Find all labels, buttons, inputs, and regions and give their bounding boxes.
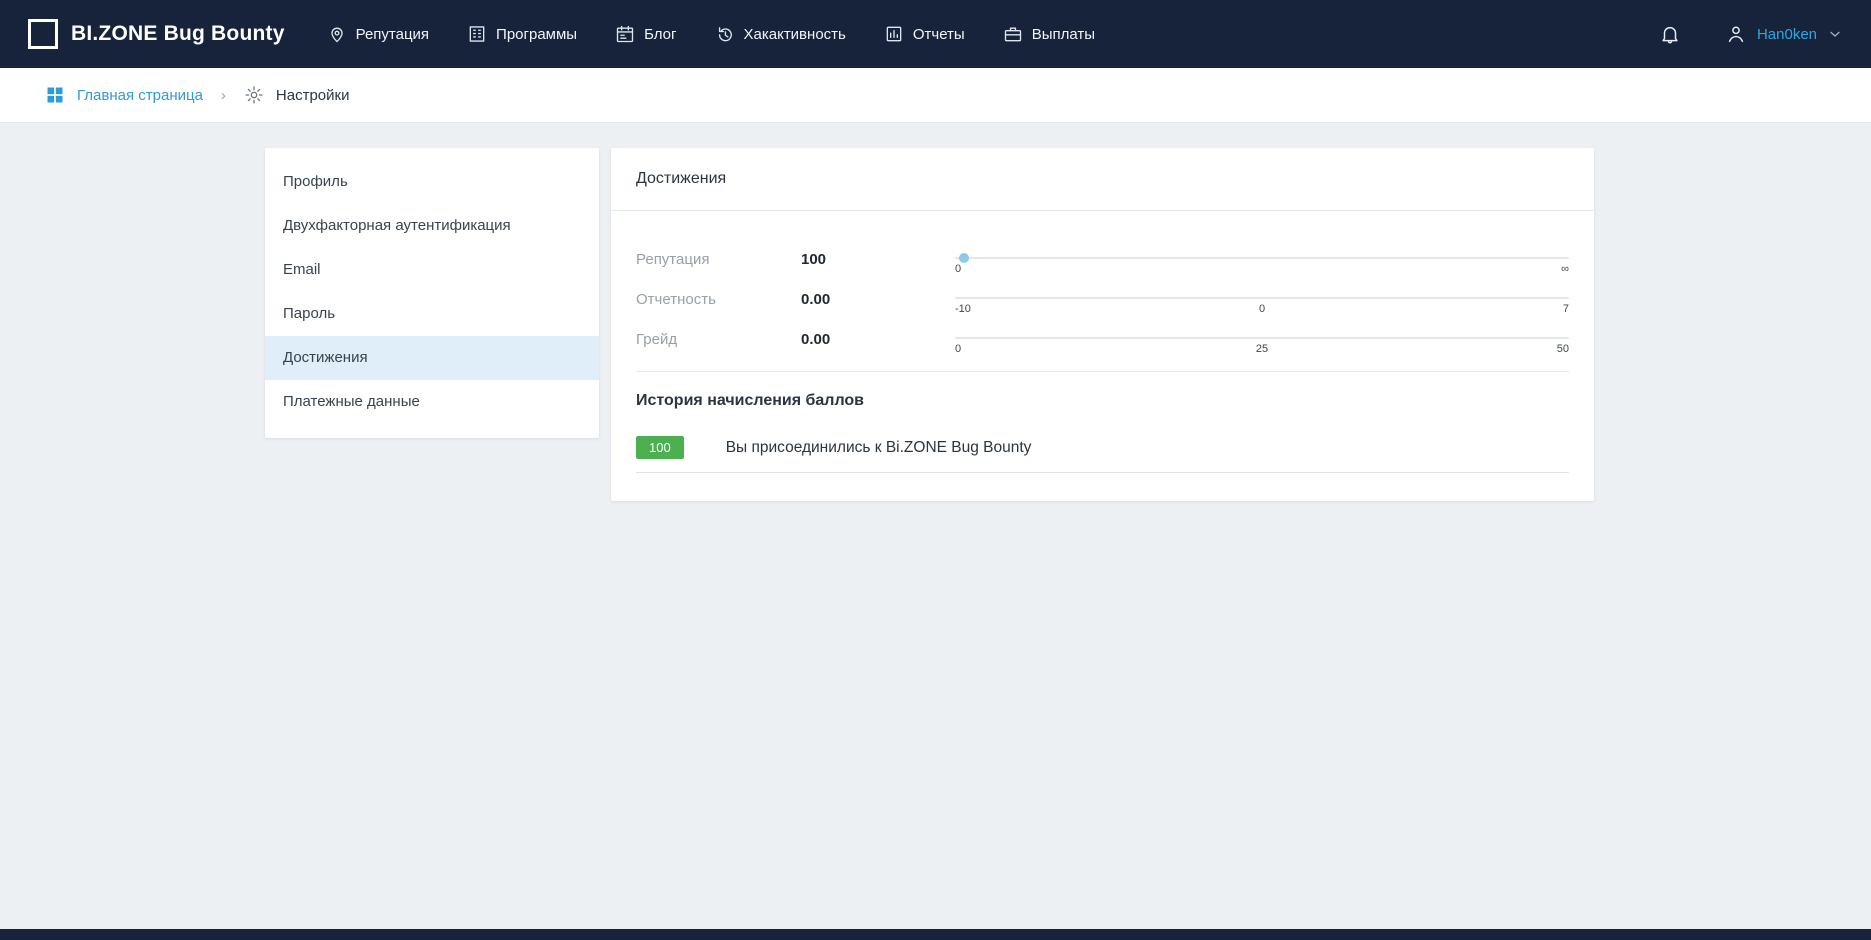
blog-calendar-icon xyxy=(615,24,635,44)
metric-label: Отчетность xyxy=(636,283,801,323)
notifications-bell-icon[interactable] xyxy=(1659,23,1681,45)
settings-page: Профиль Двухфакторная аутентификация Ema… xyxy=(0,123,1871,929)
sidebar-item-achievements[interactable]: Достижения xyxy=(265,336,599,380)
reporting-scale: -10 0 7 xyxy=(955,283,1569,323)
slider-track xyxy=(955,337,1569,339)
username: Han0ken xyxy=(1757,26,1817,43)
history-entry: 100 Вы присоединились к Bi.ZONE Bug Boun… xyxy=(636,436,1569,473)
metric-label: Репутация xyxy=(636,243,801,283)
scale-mid: 25 xyxy=(1256,343,1268,355)
nav-label: Отчеты xyxy=(913,26,965,43)
topnav-right: Han0ken xyxy=(1659,23,1843,45)
home-grid-icon xyxy=(45,85,65,105)
sidebar-item-password[interactable]: Пароль xyxy=(265,292,599,336)
nav-item-blog[interactable]: Блог xyxy=(615,24,676,44)
slider-scale-labels: -10 0 7 xyxy=(955,303,1569,319)
top-navigation: BI.ZONE Bug Bounty Репутация Программы Б… xyxy=(0,0,1871,68)
reputation-pin-icon xyxy=(327,24,347,44)
activity-history-icon xyxy=(715,24,735,44)
gear-icon xyxy=(244,85,264,105)
nav-label: Выплаты xyxy=(1032,26,1095,43)
metric-value: 100 xyxy=(801,243,955,283)
points-badge: 100 xyxy=(636,436,684,459)
achievements-card: Достижения Репутация 100 0 ∞ Отчетность xyxy=(611,148,1594,501)
main-nav: Репутация Программы Блог Хакактивность О… xyxy=(327,24,1095,44)
footer-strip xyxy=(0,929,1871,940)
nav-item-programs[interactable]: Программы xyxy=(467,24,577,44)
reputation-scale: 0 ∞ xyxy=(955,243,1569,283)
points-history-section: История начисления баллов 100 Вы присоед… xyxy=(636,371,1569,473)
metric-label: Грейд xyxy=(636,323,801,363)
points-history-title: История начисления баллов xyxy=(636,392,1569,410)
sidebar-item-profile[interactable]: Профиль xyxy=(265,160,599,204)
breadcrumb: Главная страница › Настройки xyxy=(0,68,1871,123)
sidebar-item-email[interactable]: Email xyxy=(265,248,599,292)
scale-min: -10 xyxy=(955,303,971,315)
scale-max: ∞ xyxy=(1561,263,1569,275)
grade-scale: 0 25 50 xyxy=(955,323,1569,363)
slider-scale-labels: 0 25 50 xyxy=(955,343,1569,359)
breadcrumb-separator: › xyxy=(217,87,230,104)
settings-sidebar: Профиль Двухфакторная аутентификация Ema… xyxy=(265,148,599,438)
user-icon xyxy=(1725,23,1747,45)
nav-label: Программы xyxy=(496,26,577,43)
card-title: Достижения xyxy=(611,148,1594,211)
sidebar-item-2fa[interactable]: Двухфакторная аутентификация xyxy=(265,204,599,248)
metric-row-reporting: Отчетность 0.00 -10 0 7 xyxy=(636,283,1569,323)
nav-label: Хакактивность xyxy=(744,26,846,43)
bizone-logo-icon xyxy=(28,19,58,49)
history-entry-text: Вы присоединились к Bi.ZONE Bug Bounty xyxy=(726,439,1032,457)
metrics-section: Репутация 100 0 ∞ Отчетность 0.00 xyxy=(611,211,1594,363)
sidebar-item-payment-details[interactable]: Платежные данные xyxy=(265,380,599,424)
slider-marker xyxy=(959,253,969,263)
metric-value: 0.00 xyxy=(801,283,955,323)
programs-building-icon xyxy=(467,24,487,44)
slider-scale-labels: 0 ∞ xyxy=(955,263,1569,279)
scale-min: 0 xyxy=(955,343,961,355)
slider-track xyxy=(955,297,1569,299)
slider-track xyxy=(955,257,1569,259)
nav-label: Блог xyxy=(644,26,676,43)
payouts-briefcase-icon xyxy=(1003,24,1023,44)
metric-row-grade: Грейд 0.00 0 25 50 xyxy=(636,323,1569,363)
scale-max: 50 xyxy=(1557,343,1569,355)
nav-item-reports[interactable]: Отчеты xyxy=(884,24,965,44)
scale-max: 7 xyxy=(1563,303,1569,315)
breadcrumb-current: Настройки xyxy=(244,85,350,105)
nav-item-reputation[interactable]: Репутация xyxy=(327,24,429,44)
reports-chart-icon xyxy=(884,24,904,44)
metric-row-reputation: Репутация 100 0 ∞ xyxy=(636,243,1569,283)
metric-value: 0.00 xyxy=(801,323,955,363)
nav-label: Репутация xyxy=(356,26,429,43)
breadcrumb-home-label: Главная страница xyxy=(77,87,203,104)
scale-mid: 0 xyxy=(1259,303,1265,315)
nav-item-payouts[interactable]: Выплаты xyxy=(1003,24,1095,44)
nav-item-hacktivity[interactable]: Хакактивность xyxy=(715,24,846,44)
breadcrumb-home-link[interactable]: Главная страница xyxy=(45,85,203,105)
breadcrumb-current-label: Настройки xyxy=(276,87,350,104)
scale-min: 0 xyxy=(955,263,961,275)
user-menu[interactable]: Han0ken xyxy=(1725,23,1843,45)
brand-title: BI.ZONE Bug Bounty xyxy=(71,22,285,46)
chevron-down-icon xyxy=(1827,26,1843,42)
